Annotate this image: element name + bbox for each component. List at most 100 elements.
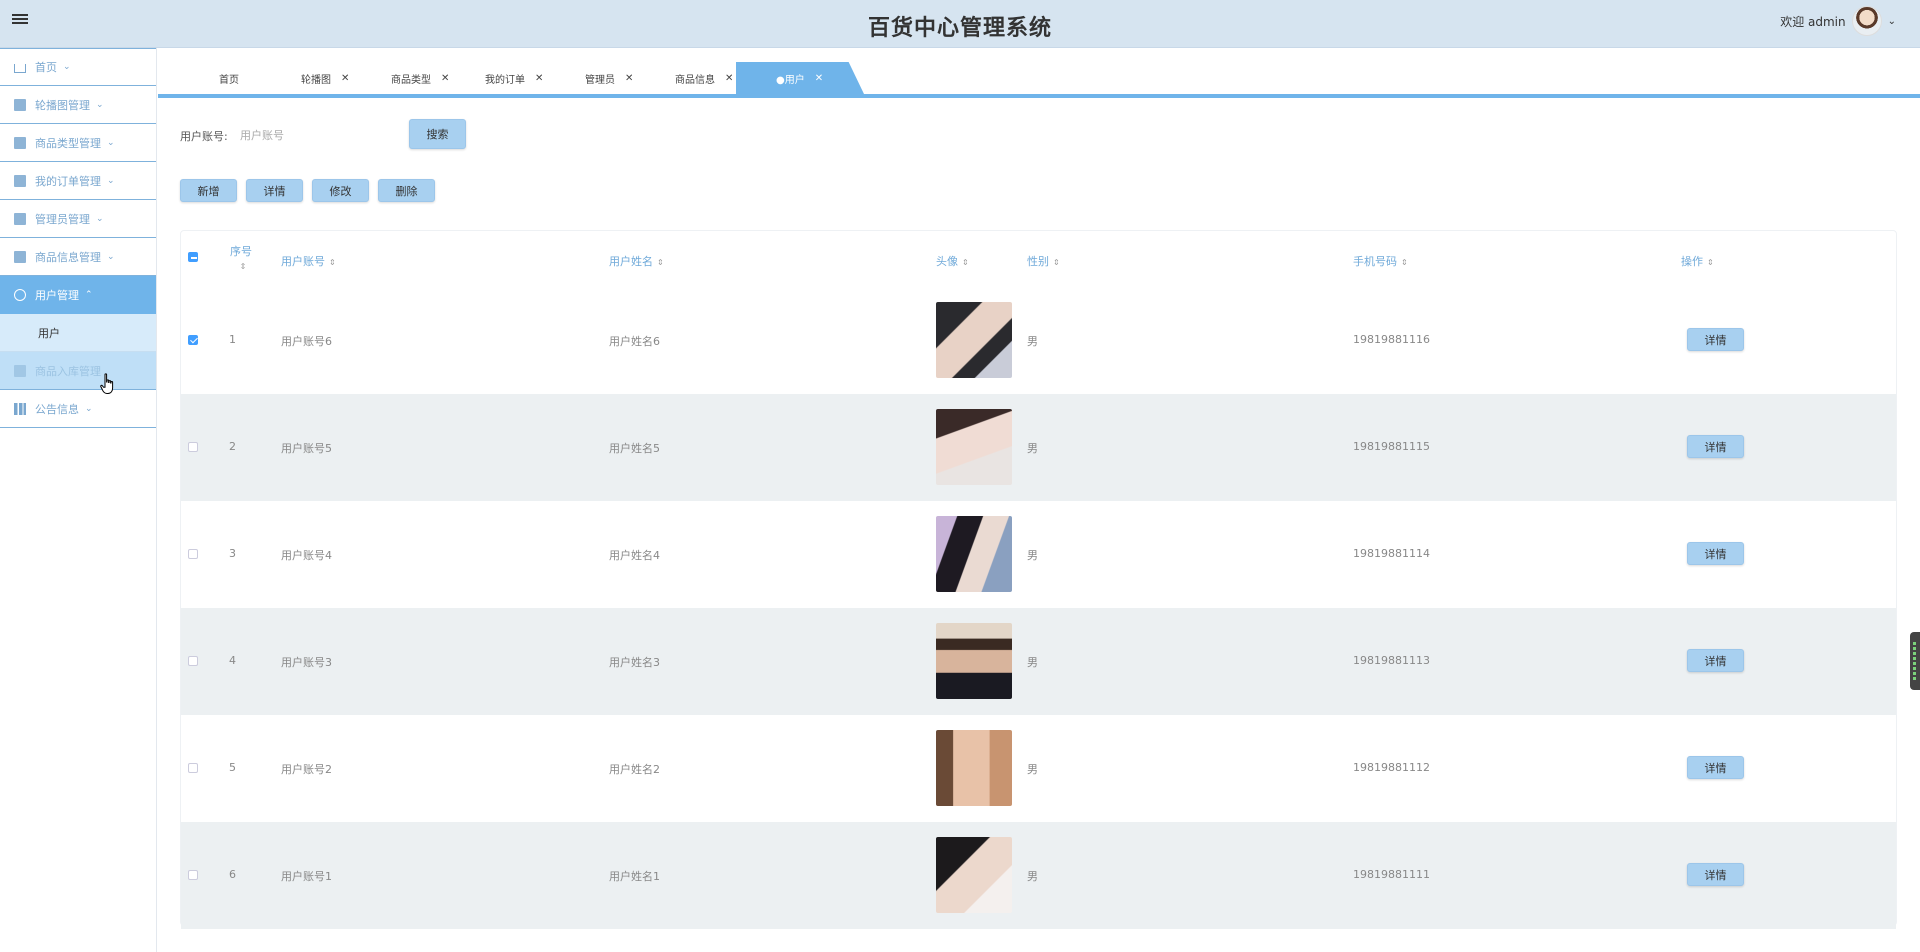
row-gender: 男 xyxy=(1027,763,1038,776)
side-widget-handle[interactable] xyxy=(1910,632,1920,690)
tab-orders[interactable]: 我的订单 ✕ xyxy=(485,62,543,94)
sidebar-item-label: 商品入库管理 xyxy=(35,364,101,378)
row-account: 用户账号3 xyxy=(281,656,332,669)
column-header-account[interactable]: 用户账号 ⇕ xyxy=(281,253,336,269)
column-label: 序号 xyxy=(230,245,252,258)
row-detail-button[interactable]: 详情 xyxy=(1687,435,1744,458)
sort-icon[interactable]: ⇕ xyxy=(329,258,336,267)
column-header-index[interactable]: 序号 ⇕ xyxy=(229,245,253,274)
table-row[interactable]: 1 用户账号6 用户姓名6 男 19819881116 详情 xyxy=(181,287,1896,394)
row-name: 用户姓名6 xyxy=(609,335,660,348)
row-checkbox[interactable] xyxy=(188,656,198,669)
row-phone: 19819881116 xyxy=(1353,333,1430,346)
sort-icon[interactable]: ⇕ xyxy=(1053,258,1060,267)
tab-admins[interactable]: 管理员 ✕ xyxy=(585,62,633,94)
chevron-down-icon: ⌄ xyxy=(107,137,115,148)
table-row[interactable]: 5 用户账号2 用户姓名2 男 19819881112 详情 xyxy=(181,715,1896,822)
column-header-ops[interactable]: 操作 ⇕ xyxy=(1681,253,1714,269)
sidebar-item-product-info[interactable]: 商品信息管理 ⌄ xyxy=(0,238,156,276)
sidebar-subitem-user[interactable]: 用户 xyxy=(0,314,156,352)
row-index: 6 xyxy=(229,868,236,881)
user-avatar-photo xyxy=(936,623,1012,699)
briefcase-icon xyxy=(14,250,26,263)
edit-button[interactable]: 修改 xyxy=(312,179,369,202)
user-avatar-photo xyxy=(936,409,1012,485)
tab-label: 轮播图 xyxy=(301,74,331,86)
sidebar-item-stock-in[interactable]: 商品入库管理 xyxy=(0,352,156,390)
row-account: 用户账号2 xyxy=(281,763,332,776)
user-avatar-photo xyxy=(936,837,1012,913)
row-gender: 男 xyxy=(1027,442,1038,455)
tab-bar: 首页 轮播图 ✕ 商品类型 ✕ 我的订单 ✕ 管理员 ✕ 商品信息 ✕ ●用户 … xyxy=(158,62,1920,98)
row-phone: 19819881112 xyxy=(1353,761,1430,774)
close-icon[interactable]: ✕ xyxy=(441,73,449,84)
row-detail-button[interactable]: 详情 xyxy=(1687,649,1744,672)
sidebar-item-label: 商品信息管理 xyxy=(35,250,101,264)
sidebar-item-home[interactable]: 首页 ⌄ xyxy=(0,48,156,86)
close-icon[interactable]: ✕ xyxy=(535,73,543,84)
tab-users[interactable]: ●用户 ✕ xyxy=(736,62,864,94)
sidebar-item-admins[interactable]: 管理员管理 ⌄ xyxy=(0,200,156,238)
tab-label: 商品类型 xyxy=(391,74,431,86)
table-row[interactable]: 6 用户账号1 用户姓名1 男 19819881111 详情 xyxy=(181,822,1896,929)
warehouse-icon xyxy=(14,364,26,377)
row-checkbox[interactable] xyxy=(188,442,198,455)
row-account: 用户账号4 xyxy=(281,549,332,562)
search-button[interactable]: 搜索 xyxy=(409,119,466,149)
tab-product-info[interactable]: 商品信息 ✕ xyxy=(675,62,733,94)
detail-button[interactable]: 详情 xyxy=(246,179,303,202)
chevron-down-icon: ⌄ xyxy=(85,403,93,414)
table-row[interactable]: 4 用户账号3 用户姓名3 男 19819881113 详情 xyxy=(181,608,1896,715)
chevron-down-icon: ⌄ xyxy=(63,62,71,72)
sidebar-item-notices[interactable]: 公告信息 ⌄ xyxy=(0,390,156,428)
sort-icon[interactable]: ⇕ xyxy=(962,258,969,267)
row-detail-button[interactable]: 详情 xyxy=(1687,863,1744,886)
sidebar-item-label: 我的订单管理 xyxy=(35,174,101,188)
sidebar-item-label: 公告信息 xyxy=(35,402,79,416)
sort-icon[interactable]: ⇕ xyxy=(240,262,247,271)
close-icon[interactable]: ✕ xyxy=(625,73,633,84)
table-row[interactable]: 3 用户账号4 用户姓名4 男 19819881114 详情 xyxy=(181,501,1896,608)
row-detail-button[interactable]: 详情 xyxy=(1687,756,1744,779)
delete-button[interactable]: 删除 xyxy=(378,179,435,202)
tab-home[interactable]: 首页 xyxy=(219,62,239,94)
row-phone: 19819881115 xyxy=(1353,440,1430,453)
row-checkbox[interactable] xyxy=(188,549,198,562)
column-header-phone[interactable]: 手机号码 ⇕ xyxy=(1353,253,1408,269)
sidebar-item-product-type[interactable]: 商品类型管理 ⌄ xyxy=(0,124,156,162)
sidebar-item-users[interactable]: 用户管理 ⌃ xyxy=(0,276,156,314)
row-checkbox[interactable] xyxy=(188,335,198,348)
tab-label: ●用户 xyxy=(776,74,805,86)
row-detail-button[interactable]: 详情 xyxy=(1687,328,1744,351)
sort-icon[interactable]: ⇕ xyxy=(1707,258,1714,267)
row-phone: 19819881114 xyxy=(1353,547,1430,560)
close-icon[interactable]: ✕ xyxy=(341,73,349,84)
row-gender: 男 xyxy=(1027,656,1038,669)
column-header-gender[interactable]: 性别 ⇕ xyxy=(1027,253,1060,269)
sort-icon[interactable]: ⇕ xyxy=(657,258,664,267)
user-menu[interactable]: 欢迎 admin ⌄ xyxy=(1780,6,1896,36)
close-icon[interactable]: ✕ xyxy=(815,73,823,84)
chevron-down-icon: ⌄ xyxy=(96,99,104,110)
chevron-down-icon[interactable]: ⌄ xyxy=(1888,16,1896,27)
row-checkbox[interactable] xyxy=(188,763,198,776)
close-icon[interactable]: ✕ xyxy=(725,73,733,84)
avatar[interactable] xyxy=(1851,6,1882,36)
sort-icon[interactable]: ⇕ xyxy=(1401,258,1408,267)
app-title: 百货中心管理系统 xyxy=(867,16,1052,41)
select-all-checkbox[interactable] xyxy=(188,252,198,265)
table-row[interactable]: 2 用户账号5 用户姓名5 男 19819881115 详情 xyxy=(181,394,1896,501)
sidebar-item-orders[interactable]: 我的订单管理 ⌄ xyxy=(0,162,156,200)
row-checkbox[interactable] xyxy=(188,870,198,883)
column-header-avatar[interactable]: 头像 ⇕ xyxy=(936,253,969,269)
tab-product-type[interactable]: 商品类型 ✕ xyxy=(391,62,449,94)
user-icon xyxy=(14,288,26,301)
row-detail-button[interactable]: 详情 xyxy=(1687,542,1744,565)
column-header-name[interactable]: 用户姓名 ⇕ xyxy=(609,253,664,269)
row-name: 用户姓名1 xyxy=(609,870,660,883)
sidebar-item-carousel[interactable]: 轮播图管理 ⌄ xyxy=(0,86,156,124)
row-account: 用户账号5 xyxy=(281,442,332,455)
search-input[interactable] xyxy=(240,122,390,148)
tab-carousel[interactable]: 轮播图 ✕ xyxy=(301,62,349,94)
add-button[interactable]: 新增 xyxy=(180,179,237,202)
